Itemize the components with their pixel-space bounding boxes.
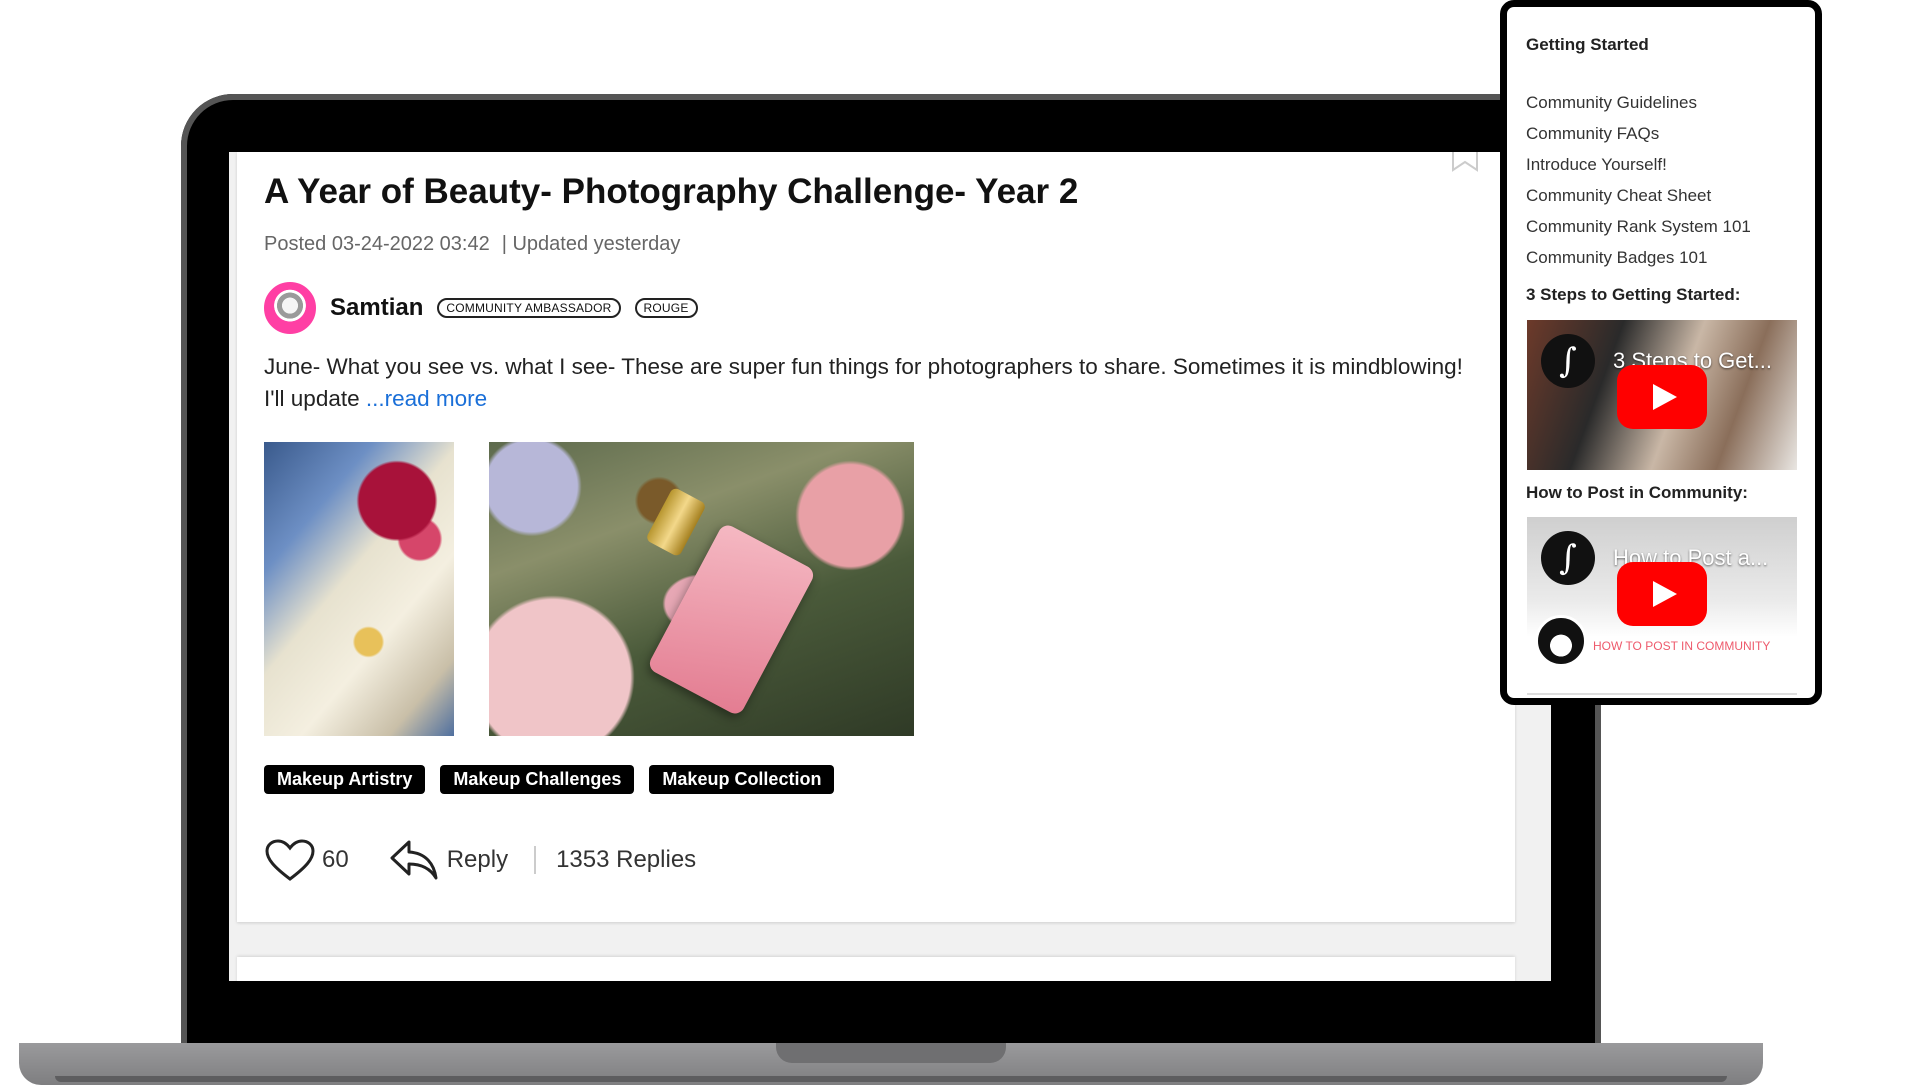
video-how-to-post[interactable]: ∫ How to Post a... HOW TO POST IN COMMUN…	[1527, 517, 1797, 667]
post-photo-2[interactable]	[489, 442, 914, 736]
play-button-icon[interactable]	[1617, 562, 1707, 626]
posted-date: Posted 03-24-2022 03:42	[264, 233, 490, 255]
read-more-link[interactable]: ...read more	[366, 386, 487, 411]
sidebar-link-cheat-sheet[interactable]: Community Cheat Sheet	[1526, 180, 1751, 211]
author-name[interactable]: Samtian	[330, 294, 423, 322]
channel-logo-icon: ∫	[1541, 334, 1595, 388]
sidebar-heading: Getting Started	[1526, 35, 1649, 54]
post-title[interactable]: A Year of Beauty- Photography Challenge-…	[264, 172, 1078, 212]
sidebar-link-guidelines[interactable]: Community Guidelines	[1526, 87, 1751, 118]
next-post-card	[237, 957, 1515, 981]
tag-makeup-challenges[interactable]: Makeup Challenges	[440, 765, 635, 794]
rank-badge-rouge: ROUGE	[634, 298, 698, 318]
play-button-icon[interactable]	[1617, 365, 1707, 429]
reply-count[interactable]: 1353 Replies	[556, 846, 696, 874]
updated-date: | Updated yesterday	[501, 233, 681, 255]
actions-divider	[534, 846, 537, 874]
sidebar-link-list: Community Guidelines Community FAQs Intr…	[1526, 87, 1751, 273]
video2-heading: How to Post in Community:	[1526, 483, 1748, 502]
reply-button[interactable]: Reply	[447, 846, 508, 874]
post-actions: 60 Reply 1353 Replies	[264, 838, 696, 882]
video2-caption: HOW TO POST IN COMMUNITY	[1593, 639, 1771, 653]
post-card: A Year of Beauty- Photography Challenge-…	[237, 152, 1515, 922]
tag-makeup-collection[interactable]: Makeup Collection	[649, 765, 835, 794]
sidebar-link-rank-system[interactable]: Community Rank System 101	[1526, 211, 1751, 242]
video1-heading: 3 Steps to Getting Started:	[1526, 285, 1741, 304]
sidebar-link-badges[interactable]: Community Badges 101	[1526, 242, 1751, 273]
like-count: 60	[322, 846, 349, 873]
post-excerpt: June- What you see vs. what I see- These…	[264, 351, 1464, 415]
video-3-steps[interactable]: ∫ 3 Steps to Get...	[1527, 320, 1797, 470]
rank-badge-ambassador: COMMUNITY AMBASSADOR	[437, 298, 621, 318]
author-row: Samtian COMMUNITY AMBASSADOR ROUGE	[264, 280, 698, 336]
sidebar-link-introduce[interactable]: Introduce Yourself!	[1526, 149, 1751, 180]
sidebar-link-faqs[interactable]: Community FAQs	[1526, 118, 1751, 149]
channel-logo-icon: ∫	[1541, 531, 1595, 585]
post-meta: Posted 03-24-2022 03:42 | Updated yesterd…	[264, 233, 680, 256]
heart-icon[interactable]	[264, 838, 316, 882]
avatar[interactable]	[264, 282, 316, 334]
bookmark-icon[interactable]	[1450, 152, 1480, 172]
post-photo-1[interactable]	[264, 442, 454, 736]
laptop-screen: A Year of Beauty- Photography Challenge-…	[229, 152, 1551, 981]
tag-list: Makeup Artistry Makeup Challenges Makeup…	[264, 765, 835, 794]
sidebar-bottom-divider	[1527, 693, 1797, 695]
mascot-icon	[1535, 615, 1587, 667]
laptop-base-shadow	[55, 1076, 1727, 1082]
tag-makeup-artistry[interactable]: Makeup Artistry	[264, 765, 426, 794]
getting-started-sidebar: Getting Started Community Guidelines Com…	[1500, 0, 1822, 705]
perfume-cap	[645, 486, 707, 558]
laptop-notch	[776, 1043, 1006, 1063]
reply-icon[interactable]	[389, 838, 439, 882]
